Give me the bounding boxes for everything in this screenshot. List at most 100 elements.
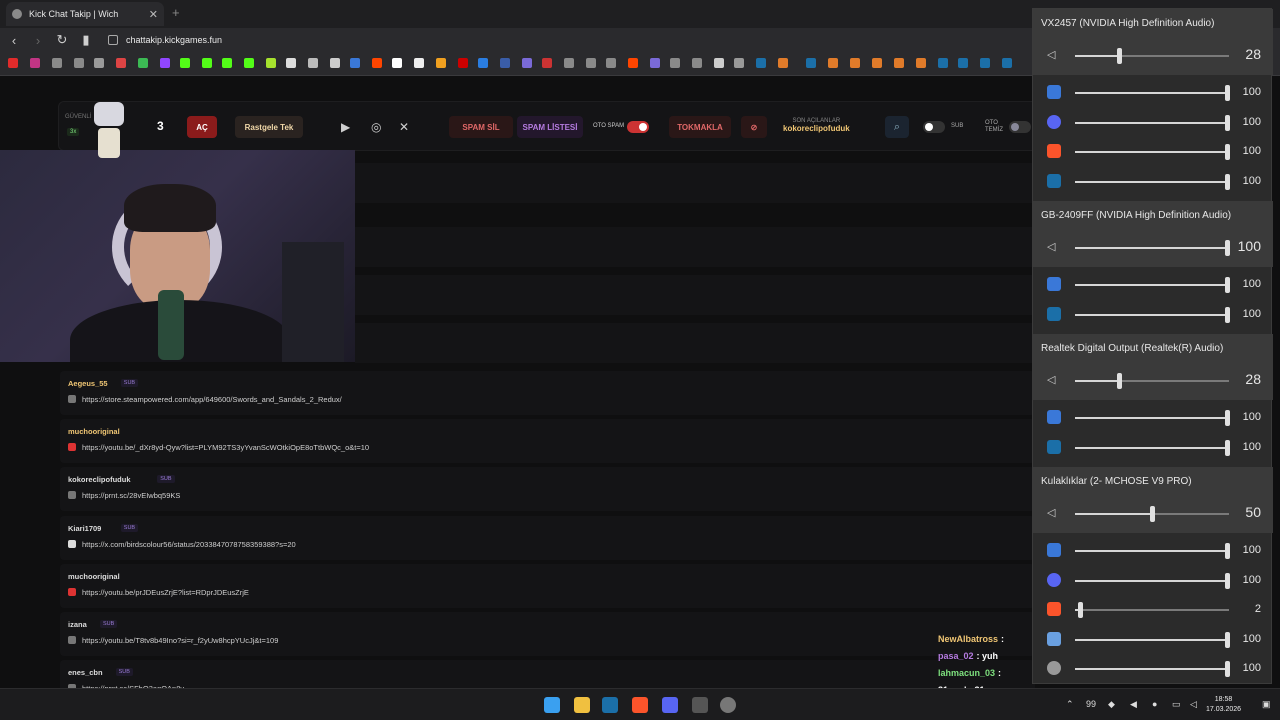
bookmark-steam-icon[interactable] [980,58,990,68]
bookmark-site-icon[interactable] [714,58,724,68]
volume-slider[interactable] [1075,173,1230,190]
bookmark-site-icon[interactable] [850,58,860,68]
oto-temiz-toggle[interactable] [1009,121,1031,133]
bookmark-kick-icon[interactable] [222,58,232,68]
steam-icon[interactable] [1047,173,1061,188]
oto-spam-toggle[interactable] [627,121,649,133]
bookmark-gmail-icon[interactable] [116,58,126,68]
slider-thumb[interactable] [1225,572,1230,589]
bookmark-site-icon[interactable] [94,58,104,68]
volume-slider[interactable] [1075,48,1229,64]
new-tab-icon[interactable]: + [172,5,180,20]
app-blue-icon[interactable] [1047,85,1061,99]
slider-thumb[interactable] [1225,240,1230,256]
bookmark-steam-icon[interactable] [806,58,816,68]
entry-link[interactable]: https://prnt.sc/28vEIwbq59KS [82,491,180,500]
app-blue-icon[interactable] [1047,410,1061,424]
volume-slider[interactable] [1075,240,1230,256]
bookmark-instagram-icon[interactable] [30,58,40,68]
system-sounds-icon[interactable] [1047,661,1061,675]
browser-tab[interactable]: Kick Chat Takip | Wich ✕ [6,2,164,26]
app-blue-icon[interactable] [1047,543,1061,557]
clock[interactable]: 18:58 17.03.2026 [1206,695,1241,715]
steam-icon[interactable] [602,697,618,713]
entry-link[interactable]: https://youtu.be/T8tv8b49Ino?si=r_f2yUw8… [82,636,278,645]
entry-username[interactable]: kokoreclipofuduk [68,475,131,484]
slider-thumb[interactable] [1225,543,1230,559]
bookmark-site-icon[interactable] [872,58,882,68]
spam-listesi-button[interactable]: SPAM LİSTESİ [517,116,583,138]
slider-thumb[interactable] [1078,602,1083,618]
volume-slider[interactable] [1075,439,1230,456]
spam-sil-button[interactable]: SPAM SİL [449,116,513,138]
entry-link[interactable]: https://youtu.be/prJDEusZrjE?list=RDprJD… [82,588,249,597]
chat-link-entry[interactable]: kokoreclipofuduk SUB https://prnt.sc/28vEI… [60,467,1035,511]
entry-username[interactable]: izana [68,620,87,629]
bookmark-youtube-icon[interactable] [8,58,18,68]
chat-link-entry[interactable]: izana SUB https://youtu.be/T8tv8b49Ino?si=… [60,612,1035,656]
steam-icon[interactable] [1047,439,1061,454]
brave-icon[interactable] [632,697,648,713]
slider-thumb[interactable] [1225,85,1230,101]
chat-link-entry[interactable]: Kiari1709 SUB https://x.com/birdscolour56/… [60,516,1035,560]
x-icon[interactable]: ✕ [399,120,409,134]
chat-link-entry[interactable]: muchooriginal https://youtu.be/prJDEusZrj… [60,564,1035,608]
bookmark-site-icon[interactable] [650,58,660,68]
bookmark-site-icon[interactable] [478,58,488,68]
entry-username[interactable]: Aegeus_55 [68,379,108,388]
bookmark-site-icon[interactable] [414,58,424,68]
back-icon[interactable]: ‹ [4,33,24,48]
volume-slider[interactable] [1075,661,1230,677]
bookmark-drive-icon[interactable] [138,58,148,68]
folder-icon[interactable] [734,58,744,68]
entry-username[interactable]: muchooriginal [68,427,120,436]
slider-thumb[interactable] [1225,144,1230,160]
slider-thumb[interactable] [1225,661,1230,677]
bookmark-reddit-icon[interactable] [628,58,638,68]
tokmakla-button[interactable]: TOKMAKLA [669,116,731,138]
discord-icon[interactable] [662,697,678,713]
bookmark-site-icon[interactable] [606,58,616,68]
tray-count[interactable]: 99 [1086,699,1096,709]
volume-slider[interactable] [1075,373,1229,389]
bookmark-kick-icon[interactable] [244,58,254,68]
sub-toggle[interactable] [923,121,945,133]
ac-button[interactable]: AÇ [187,116,217,138]
steam-tray-icon[interactable]: ◆ [1108,699,1115,710]
volume-slider[interactable] [1075,114,1230,131]
rastgele-tek-button[interactable]: Rastgele Tek [235,116,303,138]
ban-icon[interactable]: ⊘ [741,116,767,138]
volume-slider[interactable] [1075,506,1229,522]
app-blue-icon[interactable] [1047,277,1061,291]
bookmark-site-icon[interactable] [330,58,340,68]
bookmark-twitch-icon[interactable] [160,58,170,68]
speaker-icon[interactable]: ◁ [1047,373,1061,387]
bookmark-site-icon[interactable] [916,58,926,68]
entry-link[interactable]: https://x.com/birdscolour56/status/20338… [82,540,296,549]
bookmark-kick-icon[interactable] [180,58,190,68]
bookmark-site-icon[interactable] [350,58,360,68]
volume-slider[interactable] [1075,85,1230,101]
entry-link[interactable]: https://store.steampowered.com/app/64960… [82,395,342,404]
volume-slider[interactable] [1075,410,1230,426]
bookmark-site-icon[interactable] [286,58,296,68]
reload-icon[interactable]: ↻ [52,32,72,48]
speaker-tray-icon[interactable]: ◀ [1130,699,1137,710]
slider-thumb[interactable] [1225,173,1230,190]
bookmark-site-icon[interactable] [670,58,680,68]
speaker-icon[interactable]: ◁ [1047,506,1061,520]
bookmark-site-icon[interactable] [436,58,446,68]
bookmark-site-icon[interactable] [500,58,510,68]
volume-tray-icon[interactable]: ◁ [1190,699,1197,710]
entry-username[interactable]: enes_cbn [68,668,103,677]
bookmark-steam-icon[interactable] [958,58,968,68]
discord-icon[interactable] [1047,114,1061,129]
slider-thumb[interactable] [1225,306,1230,323]
bookmark-site-icon[interactable] [308,58,318,68]
slider-thumb[interactable] [1150,506,1155,522]
microphone-tray-icon[interactable]: ● [1152,699,1157,709]
volume-slider[interactable] [1075,277,1230,293]
volume-slider[interactable] [1075,572,1230,589]
app-monitor-icon[interactable] [1047,631,1061,646]
app-icon[interactable] [692,697,708,713]
